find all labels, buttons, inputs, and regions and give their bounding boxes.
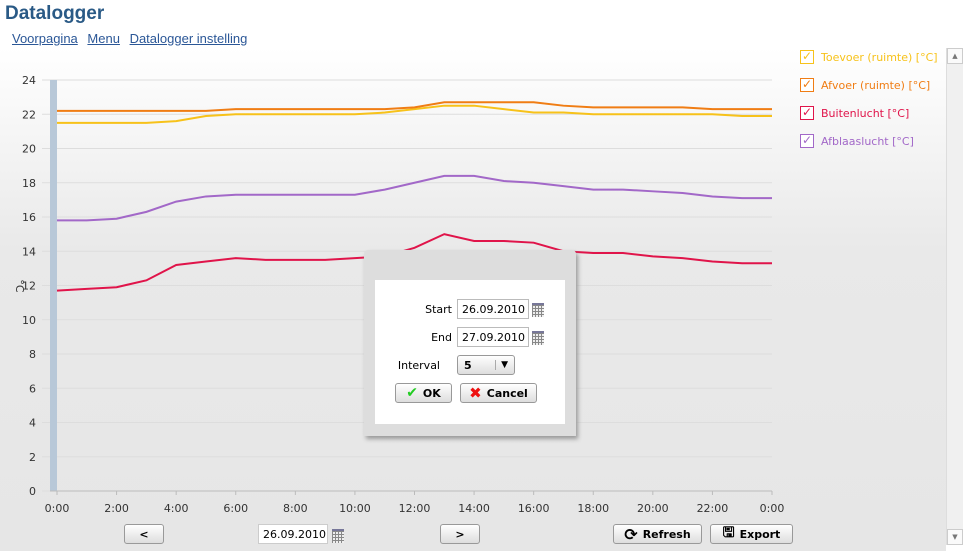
calendar-icon[interactable] bbox=[532, 331, 544, 345]
y-tick-label: 20 bbox=[22, 143, 36, 156]
close-icon: ✖ bbox=[469, 384, 482, 402]
date-range-dialog: Start 26.09.2010 End 27.09.2010 Interval… bbox=[364, 250, 576, 436]
checkbox-icon[interactable]: ✓ bbox=[800, 106, 814, 120]
save-icon: 🖫 bbox=[722, 525, 735, 541]
y-tick-label: 18 bbox=[22, 177, 36, 190]
refresh-button[interactable]: ⟳ Refresh bbox=[613, 524, 702, 544]
legend-label: Buitenlucht [°C] bbox=[821, 106, 910, 120]
legend-label: Afvoer (ruimte) [°C] bbox=[821, 78, 931, 92]
refresh-icon: ⟳ bbox=[624, 524, 638, 544]
chevron-down-icon: ▼ bbox=[495, 360, 508, 370]
scroll-down-icon[interactable]: ▼ bbox=[947, 529, 963, 545]
interval-label: Interval bbox=[397, 359, 440, 372]
prev-day-button[interactable]: < bbox=[124, 524, 164, 544]
next-day-button[interactable]: > bbox=[440, 524, 480, 544]
ok-button[interactable]: ✔ OK bbox=[395, 383, 452, 403]
y-tick-label: 16 bbox=[22, 211, 36, 224]
y-axis-label: °C bbox=[13, 279, 26, 293]
x-tick-label: 22:00 bbox=[697, 502, 729, 515]
y-tick-label: 10 bbox=[22, 314, 36, 327]
refresh-label: Refresh bbox=[642, 527, 691, 541]
check-icon: ✔ bbox=[406, 385, 418, 401]
legend-item[interactable]: ✓ Afblaaslucht [°C] bbox=[800, 134, 914, 148]
interval-value: 5 bbox=[464, 358, 472, 372]
x-tick-label: 2:00 bbox=[104, 502, 129, 515]
x-tick-label: 20:00 bbox=[637, 502, 669, 515]
x-tick-label: 14:00 bbox=[458, 502, 490, 515]
legend-label: Afblaaslucht [°C] bbox=[821, 134, 914, 148]
start-label: Start bbox=[425, 303, 452, 316]
calendar-icon[interactable] bbox=[532, 303, 544, 317]
x-tick-label: 10:00 bbox=[339, 502, 371, 515]
scroll-up-icon[interactable]: ▲ bbox=[947, 48, 963, 64]
y-tick-label: 0 bbox=[29, 485, 36, 498]
start-date-input[interactable]: 26.09.2010 bbox=[457, 299, 529, 319]
checkbox-icon[interactable]: ✓ bbox=[800, 78, 814, 92]
end-label: End bbox=[431, 331, 452, 344]
y-tick-label: 22 bbox=[22, 108, 36, 121]
export-button[interactable]: 🖫 Export bbox=[710, 524, 793, 544]
x-tick-label: 6:00 bbox=[223, 502, 248, 515]
x-tick-label: 18:00 bbox=[577, 502, 609, 515]
checkbox-icon[interactable]: ✓ bbox=[800, 50, 814, 64]
cancel-label: Cancel bbox=[486, 386, 528, 400]
date-input[interactable]: 26.09.2010 bbox=[258, 524, 328, 544]
y-tick-label: 8 bbox=[29, 348, 36, 361]
y-axis-band bbox=[50, 80, 57, 491]
x-tick-label: 8:00 bbox=[283, 502, 308, 515]
calendar-icon[interactable] bbox=[332, 529, 344, 543]
y-tick-label: 24 bbox=[22, 74, 36, 87]
x-tick-label: 12:00 bbox=[399, 502, 431, 515]
x-tick-label: 4:00 bbox=[164, 502, 189, 515]
y-tick-label: 6 bbox=[29, 382, 36, 395]
legend-item[interactable]: ✓ Afvoer (ruimte) [°C] bbox=[800, 78, 930, 92]
end-date-input[interactable]: 27.09.2010 bbox=[457, 327, 529, 347]
legend-label: Toevoer (ruimte) [°C] bbox=[821, 50, 938, 64]
cancel-button[interactable]: ✖ Cancel bbox=[460, 383, 537, 403]
legend-item[interactable]: ✓ Buitenlucht [°C] bbox=[800, 106, 909, 120]
y-tick-label: 4 bbox=[29, 417, 36, 430]
y-tick-label: 14 bbox=[22, 245, 36, 258]
scrollbar[interactable]: ▲ ▼ bbox=[946, 48, 963, 545]
x-tick-label: 16:00 bbox=[518, 502, 550, 515]
checkbox-icon[interactable]: ✓ bbox=[800, 134, 814, 148]
legend-item[interactable]: ✓ Toevoer (ruimte) [°C] bbox=[800, 50, 938, 64]
interval-select[interactable]: 5 ▼ bbox=[457, 355, 515, 375]
ok-label: OK bbox=[422, 386, 441, 400]
x-tick-label: 0:00 bbox=[760, 502, 785, 515]
x-tick-label: 0:00 bbox=[45, 502, 70, 515]
y-tick-label: 2 bbox=[29, 451, 36, 464]
export-label: Export bbox=[739, 527, 781, 541]
